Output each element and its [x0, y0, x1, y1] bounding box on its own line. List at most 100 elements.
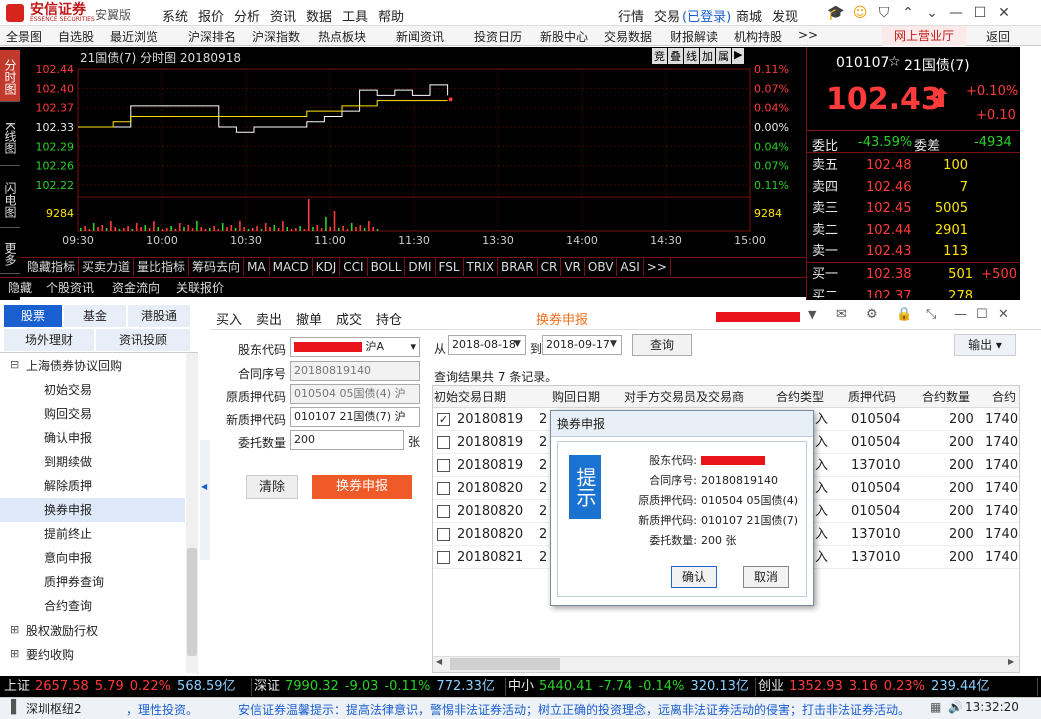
tool-more[interactable]: >>: [798, 28, 818, 42]
index-item[interactable]: 上证 2657.58 5.79 0.22% 568.59亿: [2, 678, 252, 696]
menu-data[interactable]: 数据: [306, 6, 332, 25]
trade-tab-positions[interactable]: 持仓: [376, 309, 402, 328]
menu-help[interactable]: 帮助: [378, 6, 404, 25]
indicator-6[interactable]: KDJ: [313, 258, 341, 276]
tab-kline[interactable]: K线图: [0, 110, 20, 166]
tree-item-equity-incentive[interactable]: 股权激励行权: [26, 622, 98, 639]
indicator-13[interactable]: CR: [538, 258, 562, 276]
indicator-2[interactable]: 量比指标: [134, 258, 190, 276]
col-buyback-date[interactable]: 购回日期: [552, 386, 600, 408]
shareholder-select[interactable]: 沪A ▾: [290, 337, 420, 357]
menu-mall[interactable]: 商城: [736, 6, 762, 25]
nav-tab-advisory[interactable]: 资讯投顾: [96, 329, 190, 351]
date-dropdown-icon[interactable]: ▼: [514, 339, 521, 349]
quantity-input[interactable]: 200: [290, 430, 404, 450]
nav-tab-stocks[interactable]: 股票: [4, 305, 62, 327]
indicator-16[interactable]: ASI: [617, 258, 644, 276]
menu-system[interactable]: 系统: [162, 6, 188, 25]
link-hide[interactable]: 隐藏: [8, 279, 32, 296]
settings-icon[interactable]: ⚙: [866, 307, 878, 322]
link-fund-flow[interactable]: 资金流向: [112, 279, 160, 296]
tree-item[interactable]: 到期续做: [0, 450, 185, 474]
server-name[interactable]: 深圳枢纽2: [26, 700, 82, 717]
collapse-left-icon[interactable]: ◀: [201, 482, 207, 491]
indicator-15[interactable]: OBV: [585, 258, 618, 276]
col-pledge-code[interactable]: 质押代码: [848, 386, 896, 408]
indicator-12[interactable]: BRAR: [498, 258, 538, 276]
tab-intraday[interactable]: 分时图: [0, 50, 20, 102]
smile-icon[interactable]: ☺: [851, 4, 869, 22]
tree-item[interactable]: 质押券查询: [0, 570, 185, 594]
indicator-17[interactable]: >>: [644, 258, 671, 276]
menu-tools[interactable]: 工具: [342, 6, 368, 25]
panel-close-icon[interactable]: ✕: [998, 307, 1009, 322]
index-item[interactable]: 中小 5440.41 -7.74 -0.14% 320.13亿: [506, 678, 756, 696]
row-checkbox[interactable]: ✓: [437, 413, 450, 426]
chart-btn-next[interactable]: ▶: [732, 48, 745, 64]
export-button[interactable]: 输出 ▾: [954, 334, 1016, 356]
tool-ranking[interactable]: 沪深排名: [188, 28, 236, 45]
sound-icon[interactable]: 🔊: [948, 700, 963, 714]
chart-btn-bid[interactable]: 竞: [652, 48, 667, 64]
new-pledge-field[interactable]: 010107 21国债(7) 沪: [290, 407, 420, 427]
trade-tab-sell[interactable]: 卖出: [256, 309, 282, 328]
tree-item[interactable]: 意向申报: [0, 546, 185, 570]
chart-btn-attr[interactable]: 属: [716, 48, 731, 64]
indicator-4[interactable]: MA: [244, 258, 270, 276]
scroll-right-icon[interactable]: ▶: [1008, 657, 1014, 666]
expand-icon[interactable]: ⊞: [10, 647, 19, 660]
nav-tab-hk-connect[interactable]: 港股通: [128, 305, 190, 327]
collapse-icon[interactable]: ⊟: [10, 358, 19, 371]
indicator-8[interactable]: BOLL: [368, 258, 406, 276]
tool-index[interactable]: 沪深指数: [252, 28, 300, 45]
tree-item[interactable]: 购回交易: [0, 402, 185, 426]
row-checkbox[interactable]: [437, 528, 450, 541]
close-icon[interactable]: ✕: [995, 4, 1013, 22]
menu-quote[interactable]: 报价: [198, 6, 224, 25]
ask-price[interactable]: 102.43: [866, 241, 912, 263]
minimize-icon[interactable]: —: [947, 4, 965, 22]
col-initial-date[interactable]: 初始交易日期: [434, 386, 506, 408]
scroll-left-icon[interactable]: ◀: [436, 657, 442, 666]
tool-watchlist[interactable]: 自选股: [58, 28, 94, 45]
online-hall-button[interactable]: 网上营业厅: [882, 26, 966, 46]
shrink-icon[interactable]: ⤡: [926, 307, 936, 322]
col-contract-type[interactable]: 合约类型: [776, 386, 824, 408]
bid-price[interactable]: 102.38: [866, 264, 912, 286]
ask-price[interactable]: 102.46: [866, 177, 912, 199]
row-checkbox[interactable]: [437, 505, 450, 518]
indicator-7[interactable]: CCI: [340, 258, 368, 276]
tree-item[interactable]: 解除质押: [0, 474, 185, 498]
menu-news[interactable]: 资讯: [270, 6, 296, 25]
link-stock-news[interactable]: 个股资讯: [46, 279, 94, 296]
indicator-0[interactable]: 隐藏指标: [24, 258, 80, 276]
chart-btn-add[interactable]: 加: [700, 48, 715, 64]
tool-calendar[interactable]: 投资日历: [474, 28, 522, 45]
query-button[interactable]: 查询: [632, 334, 692, 356]
trade-tab-deals[interactable]: 成交: [336, 309, 362, 328]
indicator-3[interactable]: 筹码去向: [189, 258, 245, 276]
splitter[interactable]: [200, 440, 210, 560]
nav-tab-funds[interactable]: 基金: [64, 305, 126, 327]
ask-price[interactable]: 102.45: [866, 198, 912, 220]
chevron-down-icon[interactable]: ⌄: [923, 4, 941, 22]
maximize-icon[interactable]: ☐: [971, 4, 989, 22]
grid-icon[interactable]: ▦: [930, 700, 941, 714]
menu-analysis[interactable]: 分析: [234, 6, 260, 25]
indicator-5[interactable]: MACD: [270, 258, 313, 276]
indicator-10[interactable]: FSL: [436, 258, 464, 276]
menu-market[interactable]: 行情: [618, 6, 644, 25]
index-item[interactable]: 创业 1352.93 3.16 0.23% 239.44亿: [756, 678, 1038, 696]
chart-btn-line[interactable]: 线: [684, 48, 699, 64]
tool-trade-data[interactable]: 交易数据: [604, 28, 652, 45]
submit-swap-button[interactable]: 换券申报: [312, 475, 412, 499]
table-h-scroll-thumb[interactable]: [450, 658, 560, 670]
row-checkbox[interactable]: [437, 436, 450, 449]
tree-item[interactable]: 提前终止: [0, 522, 185, 546]
col-contract-qty[interactable]: 合约数量: [922, 386, 970, 408]
bid-price[interactable]: 102.37: [866, 286, 912, 299]
ask-price[interactable]: 102.48: [866, 155, 912, 177]
intraday-chart[interactable]: 102.44 102.40 102.37 102.33 102.29 102.26 102.…: [20, 47, 806, 257]
tree-item[interactable]: 初始交易: [0, 378, 185, 402]
tool-ipo[interactable]: 新股中心: [540, 28, 588, 45]
